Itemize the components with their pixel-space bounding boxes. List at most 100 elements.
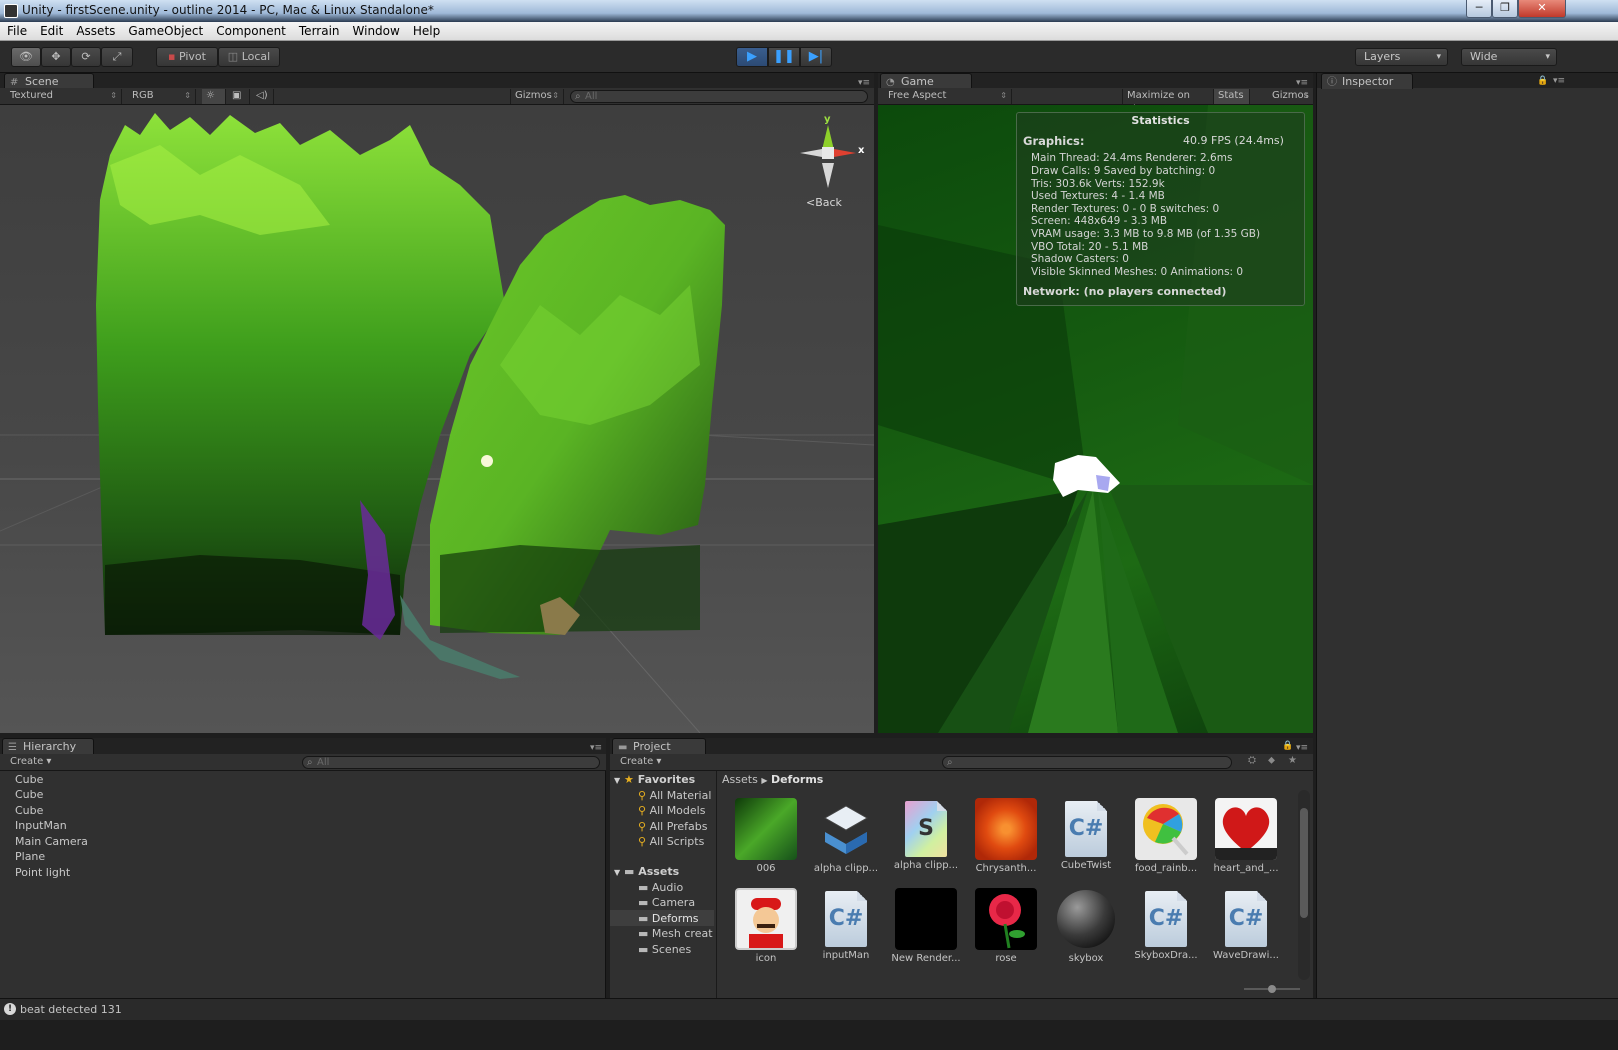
maximize-button[interactable]: ❐ [1492,0,1518,18]
asset-item[interactable]: food_rainb... [1126,798,1206,874]
inspector-menu-icon[interactable]: ▾≡ [1553,76,1565,86]
game-gizmos-dropdown[interactable]: Gizmos [1268,89,1314,104]
scene-fx-toggle[interactable]: ▣ [228,89,250,104]
move-tool-button[interactable]: ✥ [41,47,71,67]
draw-mode-dropdown[interactable]: Textured [6,89,122,104]
aspect-dropdown[interactable]: Free Aspect [884,89,1012,104]
thumbnail-size-slider[interactable] [1244,985,1300,993]
hierarchy-item[interactable]: InputMan [15,819,67,832]
breadcrumb-assets[interactable]: Assets [722,773,758,786]
minimize-button[interactable]: ─ [1466,0,1492,18]
render-mode-dropdown[interactable]: RGB [128,89,196,104]
folder-item[interactable]: ▬ Scenes [638,943,691,956]
asset-item[interactable]: alpha clipp... [806,798,886,874]
menu-help[interactable]: Help [406,22,446,38]
hierarchy-item[interactable]: Main Camera [15,835,88,848]
favorites-section[interactable]: ▼ ★ Favorites [614,773,695,786]
favorite-item[interactable]: ⚲ All Models [638,804,705,817]
close-button[interactable]: ✕ [1518,0,1566,18]
scale-tool-button[interactable]: ⤢ [101,47,133,67]
local-toggle[interactable]: ◫ Local [218,47,280,67]
game-menu-icon[interactable]: ▾≡ [1296,78,1308,88]
folder-label: Audio [651,881,684,894]
view-orientation-label[interactable]: <Back [806,196,842,209]
maximize-on-play-toggle[interactable]: Maximize on Play [1122,89,1214,115]
asset-item[interactable]: rose [966,888,1046,964]
inspector-lock-icon[interactable]: 🔒 [1537,76,1548,86]
scrollbar-thumb[interactable] [1300,808,1308,918]
asset-item[interactable]: 006 [726,798,806,874]
layers-dropdown[interactable]: Layers [1355,48,1448,66]
favorite-star-icon[interactable]: ★ [1288,755,1297,766]
step-button[interactable]: ▶| [800,47,832,67]
menu-file[interactable]: File [0,22,33,38]
rotate-tool-button[interactable]: ⟳ [71,47,101,67]
hierarchy-create-dropdown[interactable]: Create ▾ [6,755,56,770]
hierarchy-item[interactable]: Point light [15,866,70,879]
project-divider[interactable] [716,771,717,998]
asset-item[interactable]: skybox [1046,888,1126,964]
scene-lighting-toggle[interactable]: ☼ [202,89,226,104]
hierarchy-menu-icon[interactable]: ▾≡ [590,743,602,753]
scene-search-input[interactable]: All [570,90,868,103]
asset-item[interactable]: C# inputMan [806,888,886,961]
hierarchy-item[interactable]: Cube [15,804,43,817]
asset-item[interactable]: C# SkyboxDra... [1126,888,1206,961]
hierarchy-item[interactable]: Plane [15,850,45,863]
menu-gameobject[interactable]: GameObject [121,22,209,38]
view-gizmo[interactable] [800,125,856,188]
asset-item[interactable]: Chrysanth... [966,798,1046,874]
layout-label: Wide [1470,50,1498,63]
slider-handle[interactable] [1268,985,1276,993]
folder-item[interactable]: ▬ Audio [638,881,683,894]
scene-menu-icon[interactable]: ▾≡ [858,78,870,88]
tab-inspector[interactable]: ⓘ Inspector [1321,73,1413,89]
folder-item[interactable]: ▬ Mesh creat [638,927,713,940]
pause-button[interactable]: ❚❚ [768,47,800,67]
filter-label-icon[interactable]: ⬥ [1268,755,1275,766]
favorite-item[interactable]: ⚲ All Scripts [638,835,704,848]
folder-icon: ▬ [624,865,635,878]
tab-scene[interactable]: # Scene [4,73,94,89]
pivot-toggle[interactable]: ▪ Pivot [156,47,218,67]
project-scrollbar[interactable] [1298,790,1310,980]
play-button[interactable]: ▶ [736,47,768,67]
asset-label: CubeTwist [1060,860,1112,871]
hand-tool-button[interactable]: 👁 [11,47,41,67]
asset-item[interactable]: S alpha clipp... [886,798,966,871]
assets-section[interactable]: ▼ ▬ Assets [614,865,679,878]
tab-game[interactable]: ◔ Game [880,73,972,89]
hierarchy-search-input[interactable]: All [302,756,600,769]
hierarchy-item[interactable]: Cube [15,788,43,801]
folder-item[interactable]: ▬ Camera [638,896,695,909]
asset-item[interactable]: heart_and_... [1206,798,1286,874]
asset-item[interactable]: C# WaveDrawi... [1206,888,1286,961]
scene-viewport[interactable]: y x <Back [0,105,874,733]
scene-gizmos-dropdown[interactable]: Gizmos [510,89,564,104]
menu-terrain[interactable]: Terrain [292,22,346,38]
scene-audio-toggle[interactable]: ◁) [252,89,274,104]
hierarchy-item[interactable]: Cube [15,773,43,786]
menu-assets[interactable]: Assets [69,22,121,38]
stats-toggle[interactable]: Stats [1214,89,1250,104]
menu-component[interactable]: Component [209,22,292,38]
menu-edit[interactable]: Edit [33,22,69,38]
asset-item[interactable]: icon [726,888,806,964]
favorite-item[interactable]: ⚲ All Material [638,789,711,802]
tab-project[interactable]: ▬ Project [612,738,706,754]
menu-window[interactable]: Window [346,22,406,38]
tab-hierarchy[interactable]: ☰ Hierarchy [2,738,94,754]
project-create-dropdown[interactable]: Create ▾ [616,755,666,770]
filter-type-icon[interactable]: ⛭ [1248,755,1256,766]
favorite-item[interactable]: ⚲ All Prefabs [638,820,708,833]
project-lock-icon[interactable]: 🔒 [1282,741,1293,751]
breadcrumb-deforms[interactable]: Deforms [771,773,823,786]
project-search-input[interactable] [942,756,1232,769]
status-message[interactable]: beat detected 131 [20,1003,122,1016]
project-menu-icon[interactable]: ▾≡ [1296,743,1308,753]
asset-item[interactable]: New Render... [886,888,966,964]
favorite-label: All Prefabs [649,820,708,833]
layout-dropdown[interactable]: Wide [1461,48,1557,66]
folder-item-selected[interactable]: ▬ Deforms [638,912,699,925]
asset-item[interactable]: C# CubeTwist [1046,798,1126,871]
